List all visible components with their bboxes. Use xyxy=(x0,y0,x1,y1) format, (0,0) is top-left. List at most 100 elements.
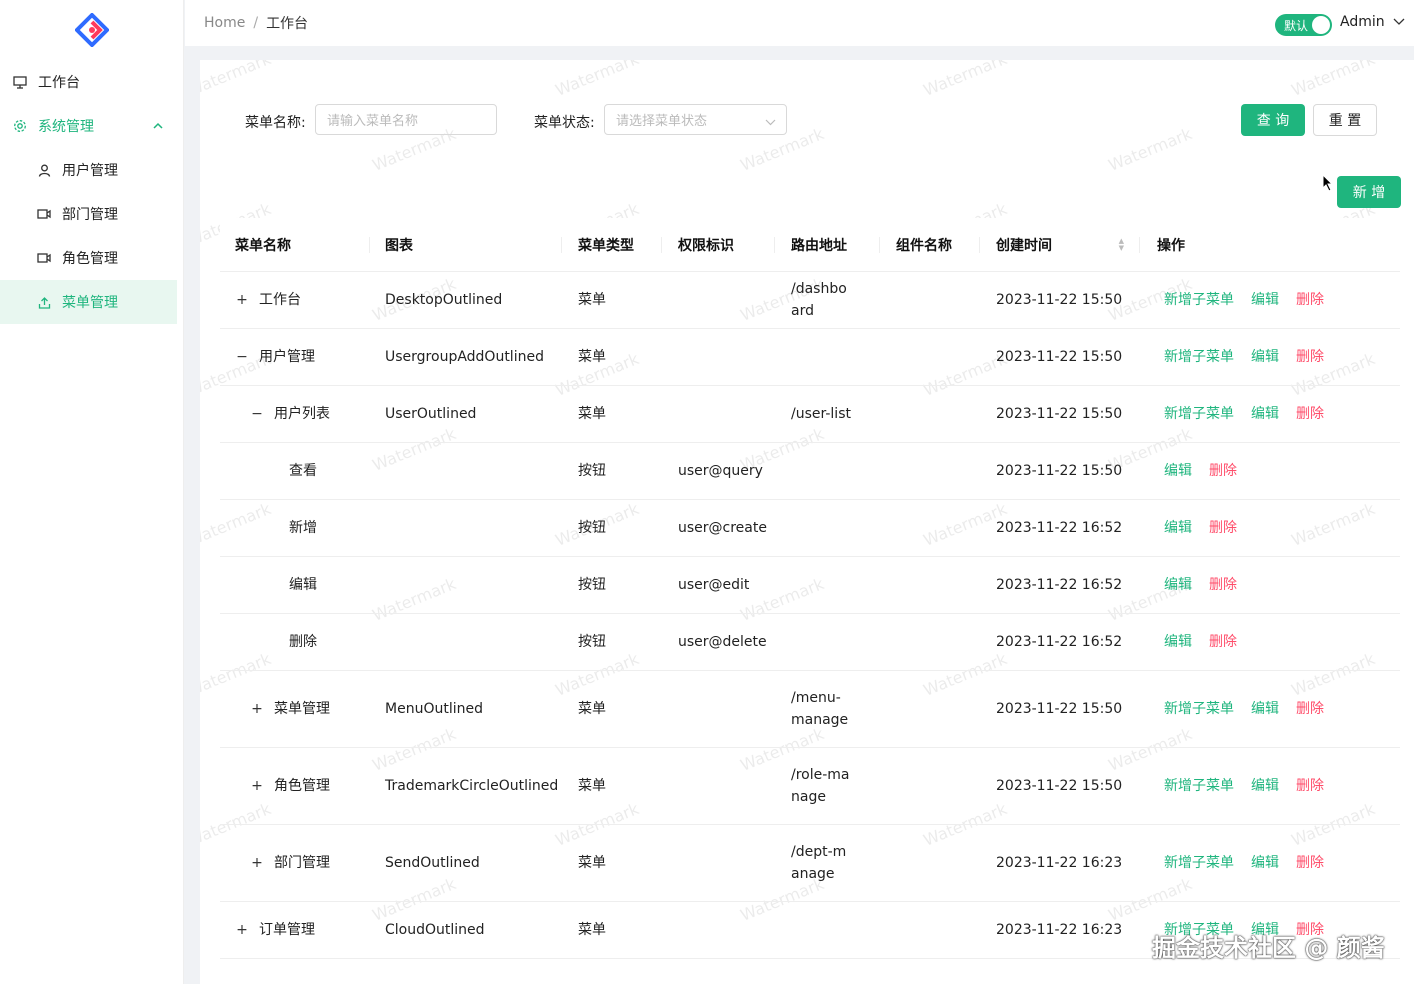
edit-link[interactable]: 编辑 xyxy=(1251,775,1279,797)
edit-link[interactable]: 编辑 xyxy=(1251,346,1279,368)
cell-route-text: /user-list xyxy=(791,406,851,422)
table-row: − 用户列表 UserOutlined 菜单/user-list 2023-11-22 … xyxy=(220,386,1400,443)
column-header-permission: 权限标识 xyxy=(662,218,775,272)
expand-icon[interactable]: + xyxy=(250,775,264,797)
cell-created-text: 2023-11-22 16:52 xyxy=(996,520,1123,536)
edit-link[interactable]: 编辑 xyxy=(1251,289,1279,311)
delete-link[interactable]: 删除 xyxy=(1296,698,1324,720)
cell-created: 2023-11-22 16:23 xyxy=(980,852,1140,874)
delete-link[interactable]: 删除 xyxy=(1209,631,1237,653)
sidebar-item-roles[interactable]: 角色管理 xyxy=(0,236,183,280)
cell-actions: 新增子菜单 编辑 删除 xyxy=(1140,346,1400,368)
sidebar-item-users[interactable]: 用户管理 xyxy=(0,148,183,192)
cell-icon: SendOutlined xyxy=(370,852,562,874)
sidebar: 工作台 系统管理 用户管理 部门管理 角色管理 菜单管理 xyxy=(0,0,184,984)
theme-toggle[interactable]: 默认 xyxy=(1275,14,1332,36)
cell-permission-text: user@query xyxy=(678,463,763,479)
cell-icon-text: CloudOutlined xyxy=(385,922,485,938)
table-row: + 部门管理 SendOutlined 菜单/dept-manage 2023-11-2… xyxy=(220,825,1400,902)
cell-icon-text: TrademarkCircleOutlined xyxy=(385,778,559,794)
cell-icon-text: SendOutlined xyxy=(385,855,480,871)
column-header-created[interactable]: 创建时间 ▲ ▼ xyxy=(980,218,1140,272)
cell-menu-name: 删除 xyxy=(220,631,370,653)
breadcrumb-home[interactable]: Home xyxy=(204,15,245,31)
cell-route: /dept-manage xyxy=(775,841,880,885)
add-child-menu-link[interactable]: 新增子菜单 xyxy=(1164,403,1234,425)
menu-name-text: 删除 xyxy=(289,634,317,650)
edit-link[interactable]: 编辑 xyxy=(1251,852,1279,874)
add-button[interactable]: 新 增 xyxy=(1337,176,1401,208)
cell-icon-text: UserOutlined xyxy=(385,406,477,422)
cell-type: 菜单 xyxy=(562,403,662,425)
menu-status-placeholder: 请选择菜单状态 xyxy=(616,114,708,129)
cell-permission-text: user@edit xyxy=(678,577,750,593)
expand-icon[interactable]: + xyxy=(235,289,249,311)
delete-link[interactable]: 删除 xyxy=(1296,852,1324,874)
collapse-icon[interactable]: − xyxy=(250,403,264,425)
delete-link[interactable]: 删除 xyxy=(1296,346,1324,368)
cell-created: 2023-11-22 16:52 xyxy=(980,574,1140,596)
add-child-menu-link[interactable]: 新增子菜单 xyxy=(1164,775,1234,797)
sidebar-item-dashboard[interactable]: 工作台 xyxy=(0,60,183,104)
table-row: 删除 按钮 user@delete 2023-11-22 16:52 编辑 删除 xyxy=(220,614,1400,671)
table-row: 查看 按钮 user@query 2023-11-22 15:50 编辑 删除 xyxy=(220,443,1400,500)
add-child-menu-link[interactable]: 新增子菜单 xyxy=(1164,698,1234,720)
cell-created: 2023-11-22 15:50 xyxy=(980,460,1140,482)
delete-link[interactable]: 删除 xyxy=(1296,289,1324,311)
cell-created: 2023-11-22 15:50 xyxy=(980,346,1140,368)
upload-icon xyxy=(36,294,52,310)
edit-link[interactable]: 编辑 xyxy=(1251,403,1279,425)
cell-created-text: 2023-11-22 16:52 xyxy=(996,634,1123,650)
cell-actions: 新增子菜单 编辑 删除 xyxy=(1140,698,1400,720)
sort-icon[interactable]: ▲ ▼ xyxy=(1119,237,1124,252)
sidebar-group-system[interactable]: 系统管理 xyxy=(0,104,183,148)
logo-icon xyxy=(74,13,109,47)
sidebar-item-departments[interactable]: 部门管理 xyxy=(0,192,183,236)
menu-status-select[interactable]: 请选择菜单状态 xyxy=(604,104,787,135)
watermark-text: Watermark xyxy=(1288,60,1378,100)
delete-link[interactable]: 删除 xyxy=(1209,460,1237,482)
user-icon xyxy=(36,162,52,178)
cell-actions: 编辑 删除 xyxy=(1140,460,1400,482)
edit-link[interactable]: 编辑 xyxy=(1164,574,1192,596)
cell-type: 菜单 xyxy=(562,346,662,368)
cell-icon: CloudOutlined xyxy=(370,919,562,941)
video-camera-icon xyxy=(36,206,52,222)
reset-button[interactable]: 重 置 xyxy=(1313,104,1377,136)
add-child-menu-link[interactable]: 新增子菜单 xyxy=(1164,289,1234,311)
query-button[interactable]: 查 询 xyxy=(1241,104,1305,136)
menu-name-text: 菜单管理 xyxy=(274,701,330,717)
menu-name-text: 编辑 xyxy=(289,577,317,593)
expand-icon[interactable]: + xyxy=(235,919,249,941)
cell-type: 按钮 xyxy=(562,631,662,653)
cell-permission: user@create xyxy=(662,517,775,539)
column-header-icon: 图表 xyxy=(370,218,562,272)
edit-link[interactable]: 编辑 xyxy=(1164,631,1192,653)
menu-name-text: 用户列表 xyxy=(274,406,330,422)
cell-menu-name: + 角色管理 xyxy=(220,775,370,797)
column-header-component: 组件名称 xyxy=(880,218,980,272)
mouse-cursor-icon xyxy=(1322,173,1334,196)
user-menu[interactable]: Admin xyxy=(1340,14,1414,30)
cell-type: 按钮 xyxy=(562,460,662,482)
cell-permission: user@delete xyxy=(662,631,775,653)
add-child-menu-link[interactable]: 新增子菜单 xyxy=(1164,852,1234,874)
toggle-label: 默认 xyxy=(1284,18,1309,33)
cell-permission: user@query xyxy=(662,460,775,482)
edit-link[interactable]: 编辑 xyxy=(1164,460,1192,482)
collapse-icon[interactable]: − xyxy=(235,346,249,368)
add-child-menu-link[interactable]: 新增子菜单 xyxy=(1164,346,1234,368)
edit-link[interactable]: 编辑 xyxy=(1164,517,1192,539)
delete-link[interactable]: 删除 xyxy=(1209,574,1237,596)
cell-created: 2023-11-22 15:50 xyxy=(980,698,1140,720)
expand-icon[interactable]: + xyxy=(250,698,264,720)
delete-link[interactable]: 删除 xyxy=(1209,517,1237,539)
edit-link[interactable]: 编辑 xyxy=(1251,698,1279,720)
sidebar-item-label: 用户管理 xyxy=(62,163,118,179)
delete-link[interactable]: 删除 xyxy=(1296,775,1324,797)
expand-icon[interactable]: + xyxy=(250,852,264,874)
cell-type-text: 菜单 xyxy=(578,349,606,365)
menu-name-input[interactable]: 请输入菜单名称 xyxy=(315,104,497,135)
delete-link[interactable]: 删除 xyxy=(1296,403,1324,425)
sidebar-item-menus[interactable]: 菜单管理 xyxy=(0,280,177,324)
